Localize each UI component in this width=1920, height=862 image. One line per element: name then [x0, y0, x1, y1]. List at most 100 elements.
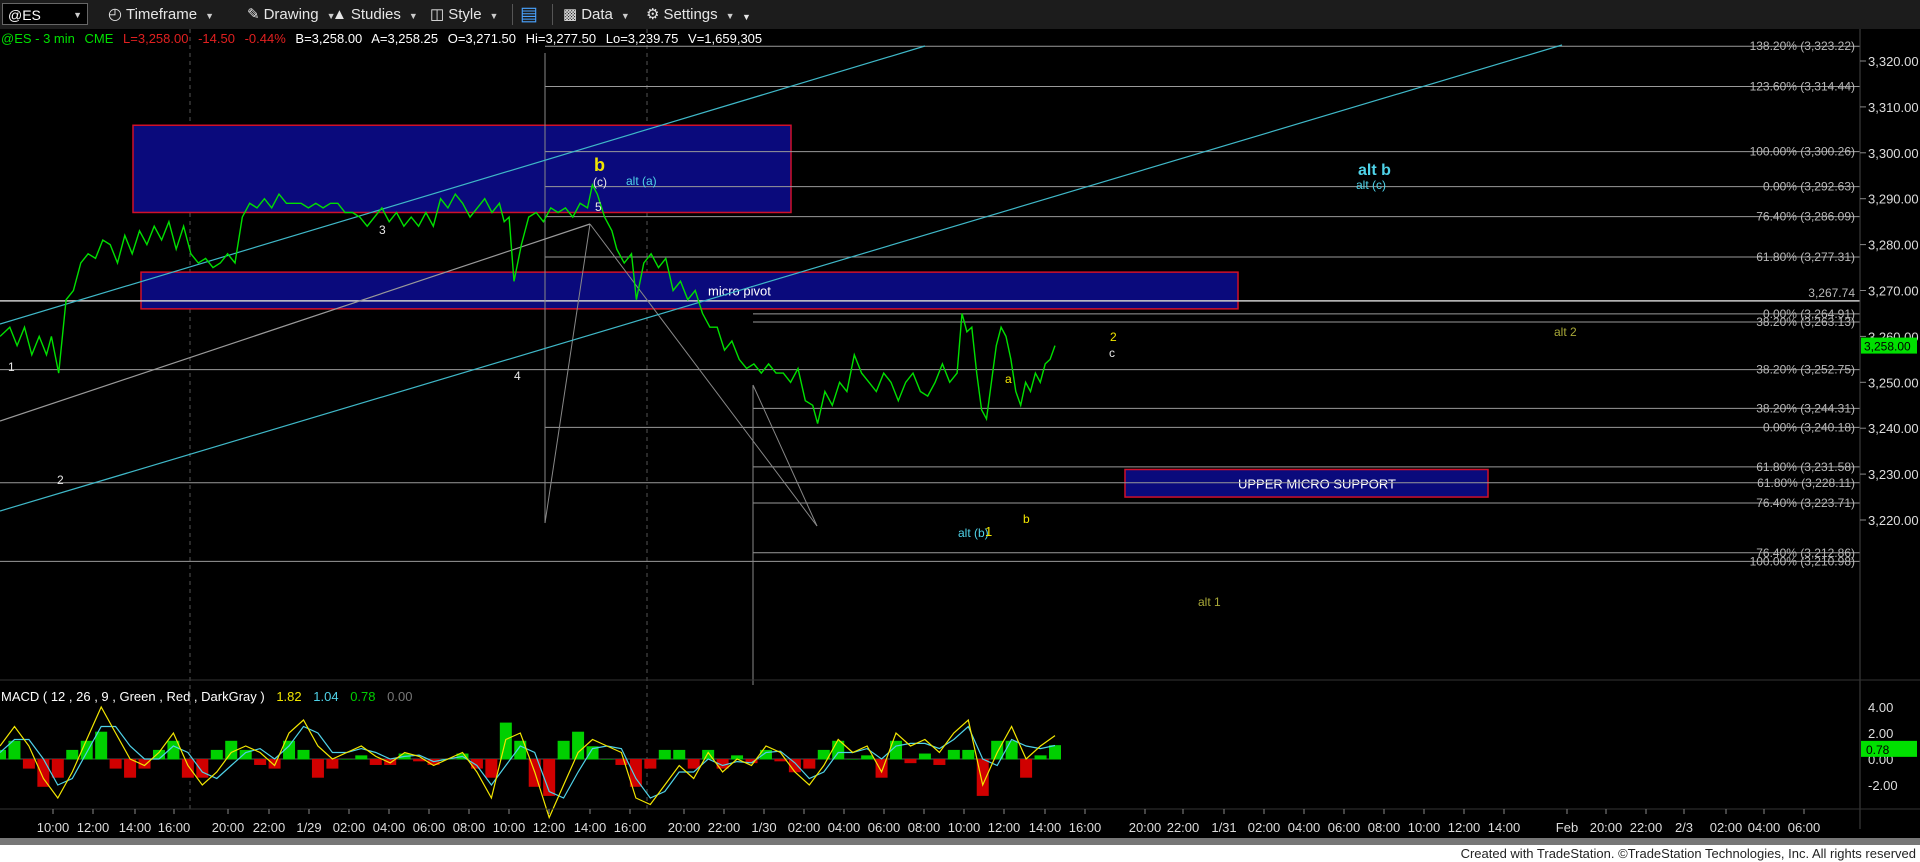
settings-menu[interactable]: ⚙ Settings ▼ [646, 0, 735, 29]
wave-label: b [594, 155, 605, 175]
macd-histogram-bar [774, 759, 787, 762]
macd-histogram-bar [1005, 740, 1018, 760]
zone-label: micro pivot [708, 284, 771, 299]
header-high: Hi=3,277.50 [526, 31, 596, 46]
fib-level-label: 38.20% (3,244.31) [1756, 401, 1855, 415]
fib-level-label: 100.00% (3,300.26) [1750, 145, 1855, 159]
time-tick-label: 14:00 [1488, 820, 1521, 835]
timeframe-menu[interactable]: ◴ Timeframe ▼ [108, 0, 214, 29]
chevron-down-icon: ▼ [408, 11, 418, 21]
macd-histogram-bar [673, 749, 686, 760]
toolbar-divider [552, 4, 553, 25]
macd-tick-label: -2.00 [1868, 778, 1898, 793]
price-tick-label: 3,280.00 [1868, 238, 1919, 253]
layout-icon[interactable]: ▤ [520, 0, 538, 29]
price-tick-label: 3,230.00 [1868, 467, 1919, 482]
wave-label: alt 1 [1198, 595, 1221, 609]
time-tick-label: 04:00 [828, 820, 861, 835]
gear-icon: ⚙ [646, 6, 660, 23]
header-volume: V=1,659,305 [688, 31, 762, 46]
chart-area[interactable]: micro pivotUPPER MICRO SUPPORT 138.20% (… [0, 29, 1920, 838]
symbol-selector[interactable]: @ES ▼ [2, 3, 88, 25]
fib-level-label: 38.20% (3,263.13) [1756, 315, 1855, 329]
macd-histogram-bar [297, 749, 310, 760]
header-change-pct: -0.44% [245, 31, 287, 46]
fib-level-label: 0.00% (3,292.63) [1763, 180, 1855, 194]
chevron-down-icon: ▼ [489, 11, 499, 21]
macd-histogram-bar [1034, 755, 1047, 760]
wave-label: alt b [1358, 162, 1391, 179]
drawing-menu[interactable]: ✎ Drawing ▼ [247, 0, 336, 29]
chevron-down-icon: ▼ [725, 11, 735, 21]
macd-histogram-bar [803, 759, 816, 769]
time-tick-label: 02:00 [1710, 820, 1743, 835]
wave-label: alt 2 [1554, 325, 1577, 339]
time-tick-label: 22:00 [1630, 820, 1663, 835]
wave-label: 2 [1110, 330, 1117, 344]
wave-label: 4 [514, 369, 521, 383]
macd-histogram-bar [557, 740, 570, 760]
macd-histogram-bar [355, 755, 368, 760]
time-tick-label: 06:00 [868, 820, 901, 835]
studies-menu[interactable]: ▲ Studies ▼ [332, 0, 418, 29]
style-menu[interactable]: ◫ Style ▼ [430, 0, 498, 29]
wave-label: alt (a) [626, 174, 657, 188]
price-tick-label: 3,310.00 [1868, 100, 1919, 115]
time-tick-label: 04:00 [1748, 820, 1781, 835]
time-tick-label: 10:00 [493, 820, 526, 835]
macd-histogram-bar [962, 749, 975, 760]
time-tick-label: 10:00 [948, 820, 981, 835]
header-ask: A=3,258.25 [371, 31, 438, 46]
fib-level-label: 76.40% (3,223.71) [1756, 496, 1855, 510]
fib-level-label: 0.00% (3,240.18) [1763, 420, 1855, 434]
price-tick-label: 3,220.00 [1868, 513, 1919, 528]
macd-value-3: 0.78 [350, 689, 375, 704]
time-tick-label: 20:00 [668, 820, 701, 835]
data-menu[interactable]: ▩ Data ▼ [563, 0, 630, 29]
fib-level-label: 61.80% (3,228.11) [1757, 476, 1855, 490]
macd-histogram-bar [846, 759, 859, 760]
price-tick-label: 3,270.00 [1868, 284, 1919, 299]
macd-histogram-bar [109, 759, 122, 769]
wave-label: 3 [379, 223, 386, 237]
time-tick-label: Feb [1556, 820, 1578, 835]
fib-level-label: 123.60% (3,314.44) [1750, 80, 1855, 94]
macd-histogram-bar [22, 759, 35, 769]
toolbar: @ES ▼ ◴ Timeframe ▼ ✎ Drawing ▼ ▲ Studies ▼ ◫ S… [0, 0, 1920, 30]
chevron-down-icon: ▼ [205, 11, 215, 21]
macd-histogram-bar [658, 749, 671, 760]
time-tick-label: 04:00 [1288, 820, 1321, 835]
price-tick-label: 3,290.00 [1868, 192, 1919, 207]
zone-box [140, 271, 1239, 310]
macd-tick-label: 2.00 [1868, 726, 1893, 741]
time-tick-label: 02:00 [1248, 820, 1281, 835]
macd-histogram-bar [861, 755, 874, 760]
header-change: -14.50 [198, 31, 235, 46]
wave-label: b [1023, 512, 1030, 526]
macd-histogram-bar [629, 759, 642, 787]
wave-label: alt (c) [1356, 178, 1386, 192]
style-label: Style [448, 6, 482, 23]
price-tick-label: 3,300.00 [1868, 146, 1919, 161]
header-bid: B=3,258.00 [295, 31, 362, 46]
chevron-down-icon: ▼ [620, 11, 630, 21]
time-tick-label: 06:00 [1788, 820, 1821, 835]
toolbar-divider [512, 4, 513, 25]
macd-histogram-bar [268, 759, 281, 769]
time-tick-label: 08:00 [453, 820, 486, 835]
fib-level-label: 61.80% (3,231.58) [1756, 460, 1855, 474]
time-tick-label: 22:00 [708, 820, 741, 835]
time-tick-label: 16:00 [158, 820, 191, 835]
macd-histogram-bar [51, 759, 64, 778]
macd-histogram-bar [1020, 759, 1033, 778]
time-tick-label: 20:00 [212, 820, 245, 835]
horizontal-scrollbar[interactable] [0, 838, 1920, 845]
macd-histogram-bar [687, 759, 700, 769]
time-tick-label: 12:00 [77, 820, 110, 835]
macd-histogram-bar [918, 753, 931, 760]
wave-label: 1 [985, 524, 992, 539]
macd-histogram-bar [600, 759, 613, 760]
timeframe-label: Timeframe [125, 6, 198, 23]
overflow-menu-icon[interactable]: ▼ [742, 3, 751, 32]
macd-value-1: 1.82 [276, 689, 301, 704]
